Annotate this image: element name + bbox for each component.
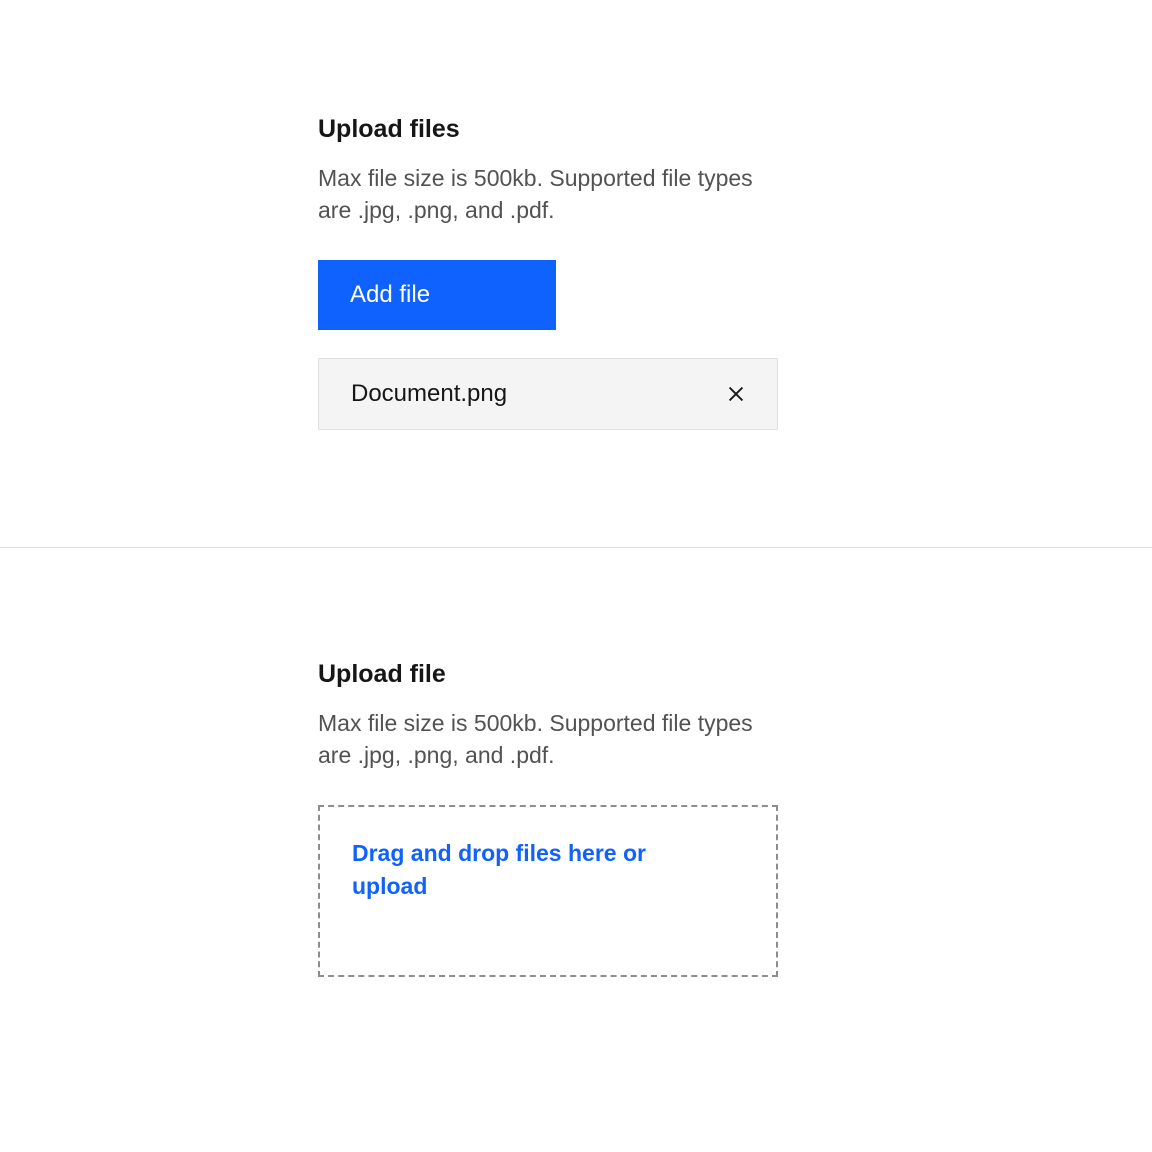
file-item: Document.png <box>318 358 778 430</box>
section-divider <box>0 547 1152 548</box>
upload-files-section: Upload files Max file size is 500kb. Sup… <box>318 115 838 430</box>
add-file-button[interactable]: Add file <box>318 260 556 330</box>
upload-files-description: Max file size is 500kb. Supported file t… <box>318 162 778 226</box>
drag-drop-text: Drag and drop files here or upload <box>352 837 652 901</box>
upload-files-heading: Upload files <box>318 115 838 144</box>
remove-file-button[interactable] <box>721 379 751 409</box>
close-icon <box>725 383 747 405</box>
upload-file-description: Max file size is 500kb. Supported file t… <box>318 707 778 771</box>
upload-file-heading: Upload file <box>318 660 838 689</box>
file-name-label: Document.png <box>351 380 507 408</box>
drag-drop-area[interactable]: Drag and drop files here or upload <box>318 805 778 977</box>
upload-file-section: Upload file Max file size is 500kb. Supp… <box>318 660 838 977</box>
